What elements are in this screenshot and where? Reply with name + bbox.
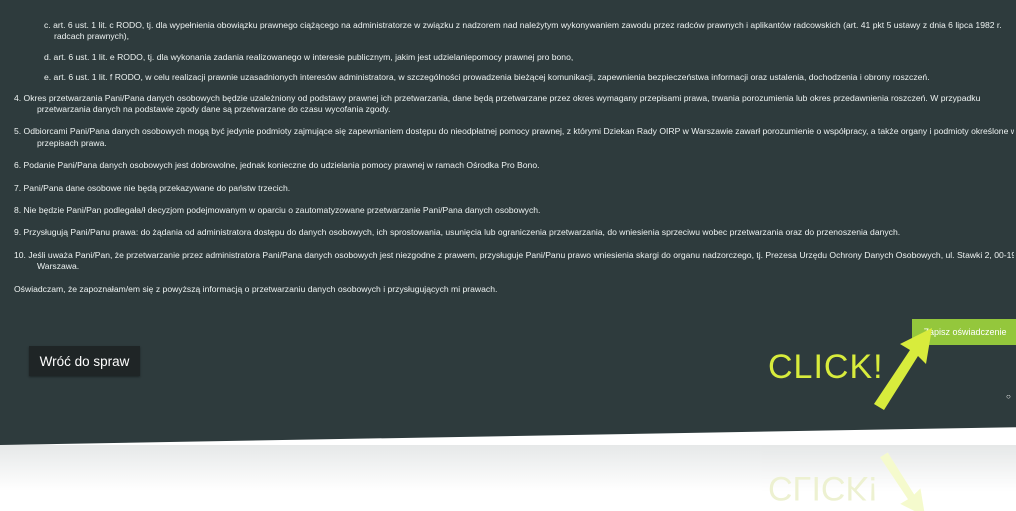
- list-item: 8. Nie będzie Pani/Pan podlegała/ł decyz…: [14, 205, 541, 216]
- back-to-cases-button[interactable]: Wróć do spraw: [29, 346, 140, 376]
- list-item: c. art. 6 ust. 1 lit. c RODO, tj. dla wy…: [44, 20, 1002, 30]
- arrow-icon: [874, 328, 932, 410]
- arrow-reflection-icon: [880, 452, 926, 511]
- list-item: 10. Jeśli uważa Pani/Pan, że przetwarzan…: [14, 249, 1014, 260]
- list-item: d. art. 6 ust. 1 lit. e RODO, tj. dla wy…: [44, 51, 574, 62]
- list-item-continuation: przepisach prawa.: [37, 137, 107, 148]
- list-item: 6. Podanie Pani/Pana danych osobowych je…: [14, 160, 540, 171]
- list-item-continuation: przetwarzania danych na podstawie zgody …: [37, 104, 391, 115]
- privacy-notice: c. art. 6 ust. 1 lit. c RODO, tj. dla wy…: [14, 20, 1014, 295]
- list-item: 7. Pani/Pana dane osobowe nie będą przek…: [14, 182, 291, 193]
- panel-reflection: CLICK!: [0, 445, 1016, 511]
- declaration-text: Oświadczam, że zapoznałam/em się z powyż…: [14, 283, 498, 294]
- scroll-handle-icon[interactable]: ○: [1006, 392, 1014, 401]
- click-annotation-reflection: CLICK!: [768, 469, 878, 507]
- list-item: e. art. 6 ust. 1 lit. f RODO, w celu rea…: [44, 72, 930, 83]
- list-item-continuation: Warszawa.: [37, 261, 80, 272]
- list-item-continuation: radcach prawnych),: [54, 31, 129, 42]
- document-panel: c. art. 6 ust. 1 lit. c RODO, tj. dla wy…: [0, 0, 1016, 445]
- list-item: 5. Odbiorcami Pani/Pana danych osobowych…: [14, 126, 1014, 137]
- list-item: 9. Przysługują Pani/Panu prawa: do żądan…: [14, 227, 901, 238]
- list-item: 4. Okres przetwarzania Pani/Pana danych …: [14, 92, 981, 103]
